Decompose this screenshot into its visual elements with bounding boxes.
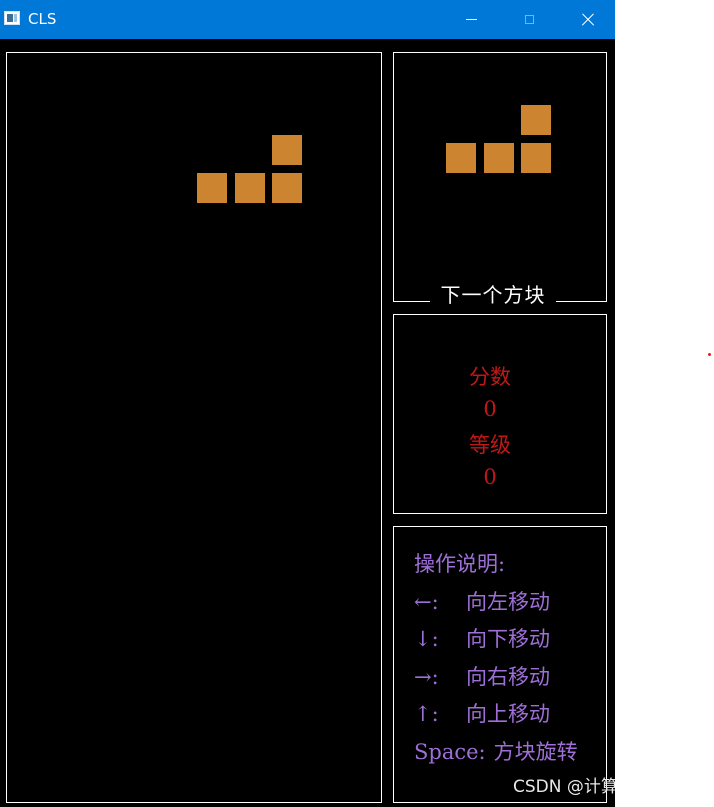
help-action: 向右移动 xyxy=(466,665,550,689)
window-title: CLS xyxy=(28,10,57,28)
help-action: 向下移动 xyxy=(466,627,550,651)
next-piece-panel xyxy=(393,52,607,302)
game-board xyxy=(6,52,382,803)
close-icon xyxy=(580,13,594,27)
board-block xyxy=(234,172,265,203)
help-key: ←: xyxy=(414,590,439,614)
minimize-icon xyxy=(465,19,477,20)
title-bar[interactable]: CLS xyxy=(0,0,615,39)
level-value: 0 xyxy=(483,465,497,489)
help-line-right: →: 向右移动 xyxy=(414,664,550,690)
app-window-icon xyxy=(4,11,20,25)
help-line-down: ↓: 向下移动 xyxy=(414,626,550,652)
score-value: 0 xyxy=(483,397,497,421)
red-dot-marker xyxy=(708,353,711,356)
next-block xyxy=(521,105,551,135)
close-button[interactable] xyxy=(558,0,616,39)
board-block xyxy=(197,172,227,203)
minimize-button[interactable] xyxy=(442,0,500,39)
help-key: →: xyxy=(414,665,439,689)
next-block xyxy=(521,142,551,173)
help-line-left: ←: 向左移动 xyxy=(414,589,550,615)
game-window: CLS 下一个方块 分数 0 等级 0 操作说明: ←: 向左移动 ↓: 向下移动 … xyxy=(0,0,615,807)
help-key: ↓: xyxy=(414,627,439,651)
help-line-space: Space: 方块旋转 xyxy=(414,739,578,765)
csdn-watermark: CSDN @计算 xyxy=(513,777,615,797)
help-action: 向左移动 xyxy=(466,590,550,614)
board-block xyxy=(272,135,302,165)
help-title: 操作说明: xyxy=(414,552,506,576)
level-label: 等级 xyxy=(469,433,511,457)
maximize-icon xyxy=(524,15,534,24)
help-action: 向上移动 xyxy=(466,702,550,726)
score-label: 分数 xyxy=(469,365,511,389)
next-block xyxy=(483,142,514,173)
board-block xyxy=(272,172,302,203)
help-action: 方块旋转 xyxy=(493,740,578,764)
help-key: ↑: xyxy=(414,702,439,726)
maximize-button[interactable] xyxy=(500,0,558,39)
help-key: Space: xyxy=(414,740,486,764)
help-line-up: ↑: 向上移动 xyxy=(414,701,550,727)
next-piece-label: 下一个方块 xyxy=(430,282,556,308)
next-block xyxy=(446,142,476,173)
